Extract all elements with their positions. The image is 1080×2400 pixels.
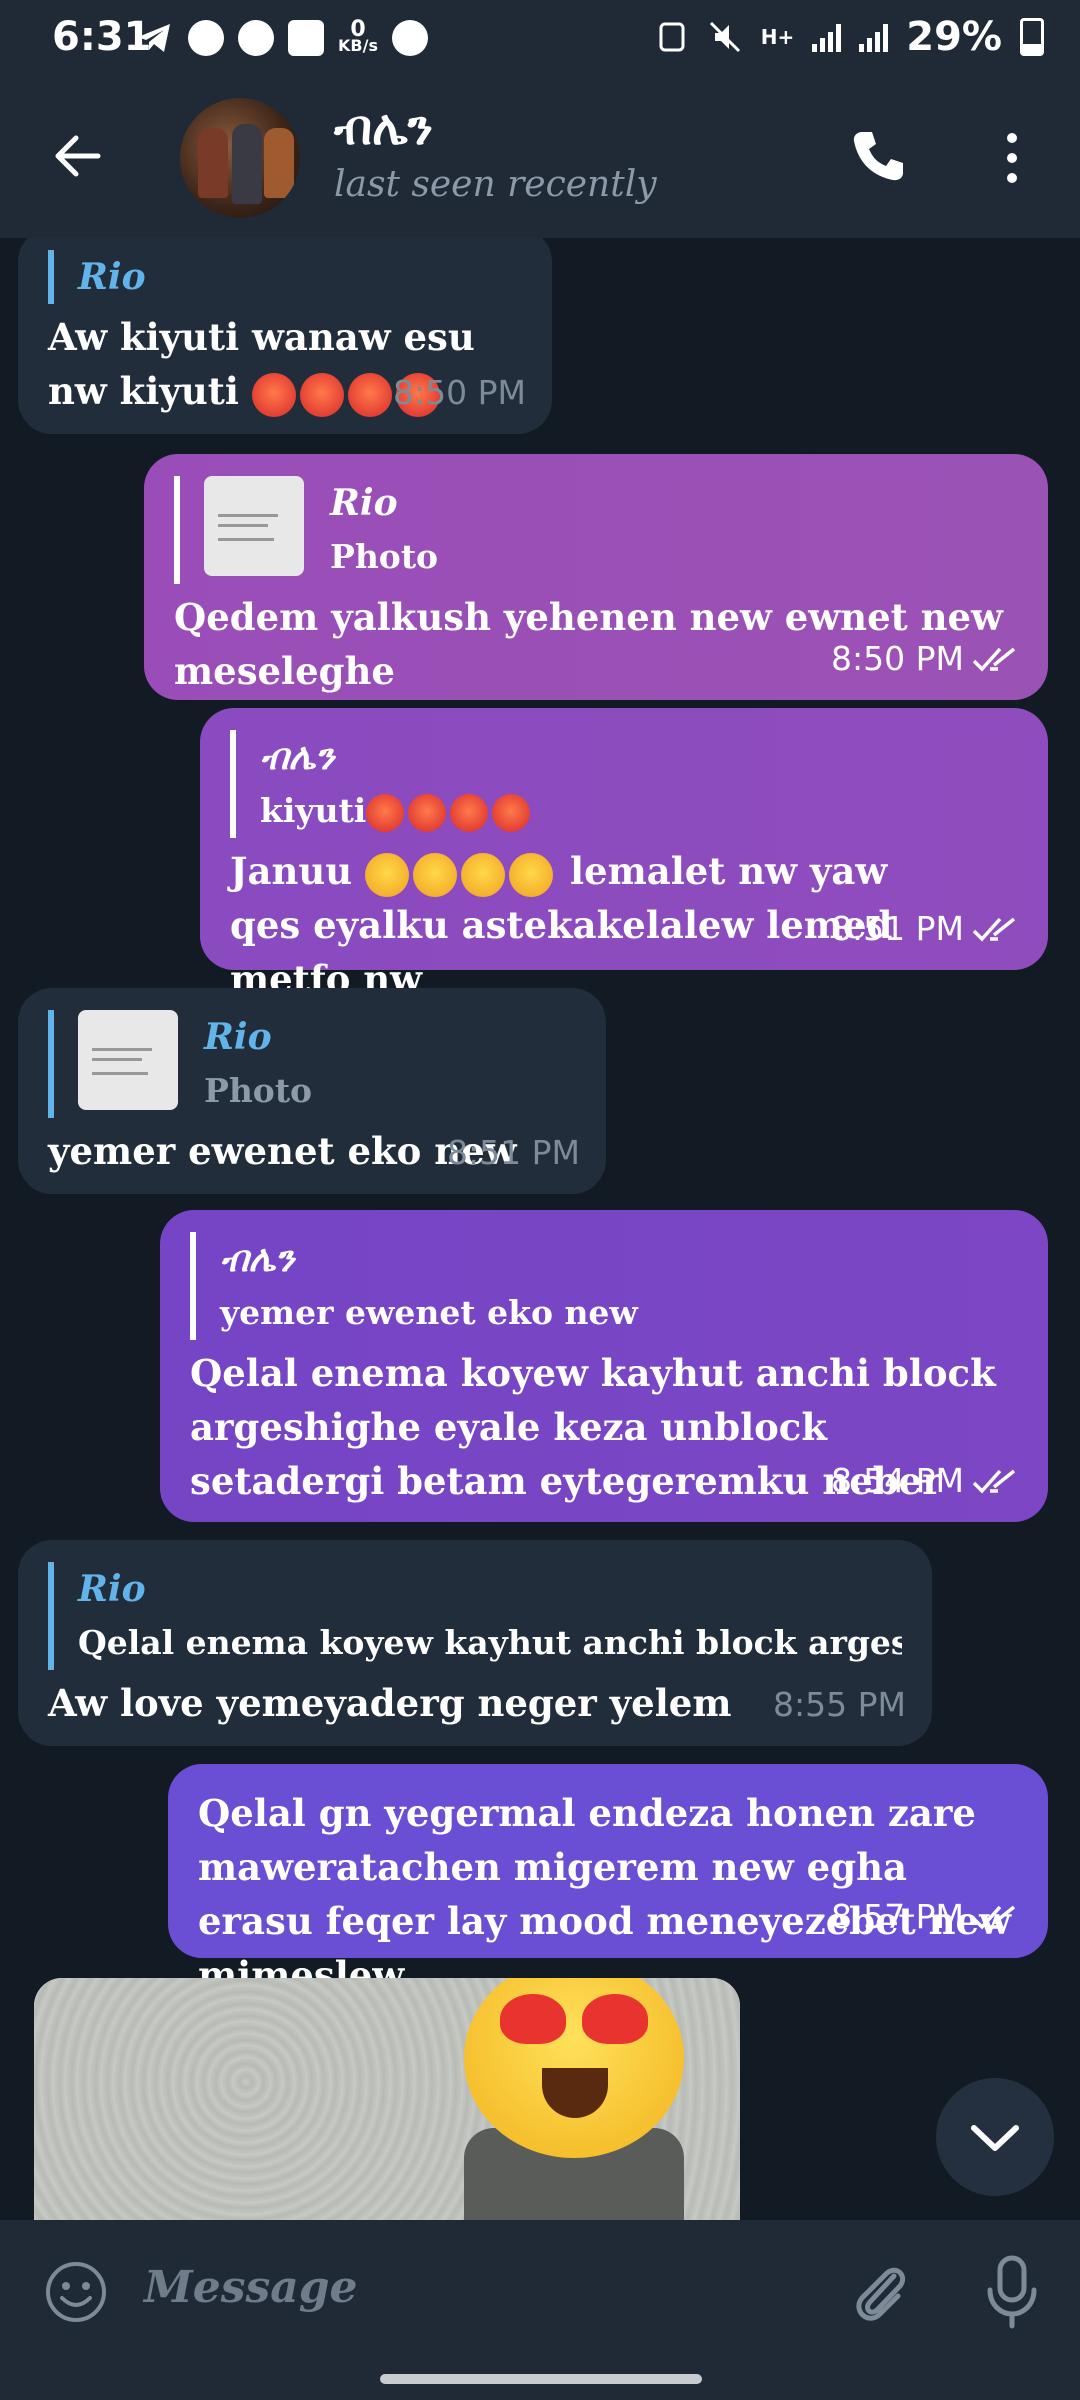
- status-right: H+ 29%: [655, 14, 1044, 60]
- double-check-icon: [972, 1905, 1016, 1930]
- quote-text: Photo: [330, 537, 439, 576]
- quote-sender: Rio: [330, 482, 398, 524]
- chat-header: ብሌን last seen recently: [0, 78, 1080, 238]
- heart-eyes-emoji-icon: [413, 852, 458, 897]
- reply-quote[interactable]: Rio Photo: [48, 1010, 576, 1118]
- heart-eyes-emoji-icon: [365, 852, 410, 897]
- scroll-down-button[interactable]: [936, 2078, 1054, 2196]
- message-time: 8:50 PM: [831, 639, 964, 678]
- mute-icon: [709, 21, 740, 53]
- reply-quote[interactable]: Rio: [48, 250, 522, 304]
- angry-emoji-icon: [492, 794, 531, 832]
- home-gesture-handle[interactable]: [380, 2374, 702, 2384]
- photo-thumbnail: [78, 1010, 178, 1110]
- chrome-icon: [188, 20, 224, 56]
- reply-quote[interactable]: Rio Qelal enema koyew kayhut anchi block…: [48, 1562, 902, 1670]
- status-bar: 6:31 0 KB/s H+ 29%: [0, 0, 1080, 78]
- attach-icon[interactable]: [850, 2258, 910, 2328]
- message-outgoing[interactable]: ብሌን yemer ewenet eko new Qelal enema koy…: [160, 1210, 1048, 1522]
- phone-icon[interactable]: [848, 126, 908, 186]
- message-outgoing[interactable]: Qelal gn yegermal endeza honen zare mawe…: [168, 1764, 1048, 1997]
- signal-icon: [812, 22, 842, 52]
- quote-text-body: kiyuti: [260, 791, 367, 830]
- message-meta: 8:51 PM: [831, 902, 1022, 956]
- reply-quote[interactable]: Rio Photo: [174, 476, 1018, 584]
- battery-percent: 29%: [906, 14, 1002, 60]
- double-check-icon: [972, 1469, 1016, 1494]
- kiss-emoji-icon: [461, 852, 506, 897]
- message-text-start: Januu: [230, 849, 353, 893]
- message-input-bar: Message: [0, 2220, 1080, 2360]
- message-meta: 8:51 PM: [447, 1126, 580, 1180]
- navigation-bar: [0, 2360, 1080, 2400]
- telegram-icon: [138, 24, 170, 52]
- kiss-emoji-icon: [509, 852, 554, 897]
- chevron-down-icon: [971, 2125, 1019, 2151]
- recycle-icon: [659, 22, 685, 52]
- contact-name[interactable]: ብሌን: [334, 100, 433, 157]
- message-outgoing[interactable]: Rio Photo Qedem yalkush yehenen new ewne…: [144, 454, 1048, 700]
- chat-area[interactable]: Rio Aw kiyuti wanaw esu nw kiyuti 8:50 P…: [0, 238, 1080, 2220]
- play-icon: [391, 20, 428, 56]
- double-check-icon: [972, 647, 1016, 672]
- angry-emoji-icon: [408, 794, 447, 832]
- quote-sender: Rio: [78, 1568, 146, 1610]
- signal-icon-2: [859, 22, 889, 52]
- quote-text: Qelal enema koyew kayhut anchi block arg…: [78, 1623, 902, 1662]
- photo-thumbnail: [204, 476, 304, 576]
- message-meta: 8:57 PM: [831, 1890, 1022, 1944]
- reply-quote[interactable]: ብሌን kiyuti: [230, 730, 1018, 838]
- last-seen: last seen recently: [334, 164, 657, 205]
- chrome-icon-2: [238, 20, 274, 56]
- angry-emoji-icon: [299, 372, 344, 417]
- notification-icons: 0 KB/s: [134, 18, 428, 58]
- quote-sender: ብሌን: [260, 736, 335, 778]
- quote-sender: Rio: [78, 256, 146, 298]
- message-time: 8:57 PM: [831, 1897, 964, 1936]
- angry-emoji-icon: [366, 794, 405, 832]
- gallery-icon: [288, 20, 324, 56]
- net-speed: 0 KB/s: [338, 19, 378, 55]
- angry-emoji-icon: [251, 372, 296, 417]
- message-meta: 8:50 PM: [393, 366, 526, 420]
- reply-quote[interactable]: ብሌን yemer ewenet eko new: [190, 1232, 1018, 1340]
- message-time: 8:51 PM: [447, 1133, 580, 1172]
- message-input[interactable]: Message: [144, 2262, 358, 2313]
- message-time: 8:55 PM: [773, 1685, 906, 1724]
- message-incoming[interactable]: Rio Qelal enema koyew kayhut anchi block…: [18, 1540, 932, 1746]
- microphone-icon[interactable]: [982, 2254, 1042, 2330]
- net-speed-unit: KB/s: [338, 36, 378, 55]
- angry-emoji-icon: [450, 794, 489, 832]
- message-meta: 8:55 PM: [773, 1678, 906, 1732]
- quote-sender: ብሌን: [220, 1238, 295, 1280]
- message-time: 8:54 PM: [831, 1461, 964, 1500]
- network-type: H+: [760, 25, 795, 49]
- photo-message[interactable]: [34, 1978, 740, 2220]
- quote-text: yemer ewenet eko new: [220, 1293, 638, 1332]
- avatar[interactable]: [180, 98, 300, 218]
- message-time: 8:50 PM: [393, 373, 526, 412]
- message-incoming[interactable]: Rio Aw kiyuti wanaw esu nw kiyuti 8:50 P…: [18, 238, 552, 434]
- message-time: 8:51 PM: [831, 909, 964, 948]
- message-meta: 8:54 PM: [831, 1454, 1022, 1508]
- message-outgoing[interactable]: ብሌን kiyuti Januu lemalet nw yaw qes eyal…: [200, 708, 1048, 1001]
- back-arrow-icon[interactable]: [50, 128, 106, 184]
- angry-emoji-icon: [347, 372, 392, 417]
- emoji-icon[interactable]: [44, 2260, 108, 2324]
- double-check-icon: [972, 917, 1016, 942]
- battery-icon: [1020, 18, 1044, 56]
- more-vert-icon[interactable]: [1000, 130, 1024, 186]
- message-text: Januu lemalet nw yaw qes eyalku astekake…: [230, 844, 930, 1006]
- quote-text: kiyuti: [260, 784, 1018, 838]
- message-meta: 8:50 PM: [831, 632, 1022, 686]
- message-incoming[interactable]: Rio Photo yemer ewenet eko new 8:51 PM: [18, 988, 606, 1194]
